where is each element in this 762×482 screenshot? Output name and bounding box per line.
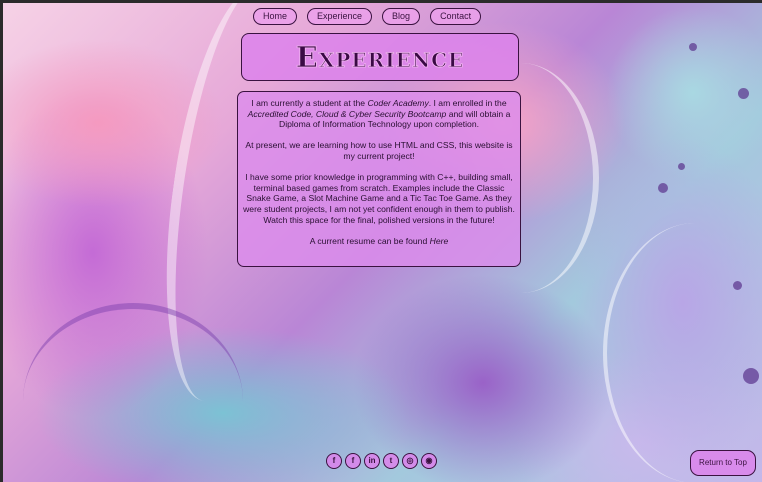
paragraph-current-project: At present, we are learning how to use H…: [245, 140, 513, 161]
twitter-icon[interactable]: t: [383, 453, 399, 469]
social-links: f f in t ◎ ◉: [326, 453, 437, 469]
experience-content: I am currently a student at the Coder Ac…: [237, 91, 521, 267]
linkedin-icon[interactable]: in: [364, 453, 380, 469]
text: A current resume can be found: [309, 235, 430, 246]
return-to-top-button[interactable]: Return to Top: [690, 450, 756, 476]
paragraph-enrollment: I am currently a student at the Coder Ac…: [241, 98, 517, 130]
instagram-icon[interactable]: ◎: [402, 453, 418, 469]
nav-blog-button[interactable]: Blog: [382, 8, 421, 25]
facebook-icon[interactable]: f: [326, 453, 342, 469]
paint-cell: [689, 43, 697, 51]
school-name: Coder Academy: [367, 98, 429, 108]
page-title: Experience: [295, 40, 465, 75]
paint-cell: [733, 281, 742, 290]
paint-cell: [743, 368, 759, 384]
nav-contact-button[interactable]: Contact: [430, 8, 482, 25]
nav-home-button[interactable]: Home: [253, 8, 298, 25]
title-banner: Experience: [241, 33, 519, 81]
github-icon[interactable]: ◉: [421, 453, 437, 469]
paint-swirl: [603, 223, 762, 482]
paint-cell: [678, 163, 685, 170]
resume-link[interactable]: Here: [430, 236, 449, 246]
text: . I am enrolled in the: [428, 98, 507, 108]
paint-cell: [738, 88, 749, 99]
main-nav: Home Experience Blog Contact: [253, 8, 482, 25]
facebook-icon[interactable]: f: [345, 453, 361, 469]
paragraph-prior-knowledge: I have some prior knowledge in programmi…: [243, 172, 515, 225]
text: I am currently a student at the: [251, 98, 368, 108]
nav-experience-button[interactable]: Experience: [307, 8, 373, 25]
course-name: Accredited Code, Cloud & Cyber Security …: [247, 108, 447, 119]
paint-cell: [658, 183, 668, 193]
paragraph-resume: A current resume can be found Here: [241, 236, 517, 247]
